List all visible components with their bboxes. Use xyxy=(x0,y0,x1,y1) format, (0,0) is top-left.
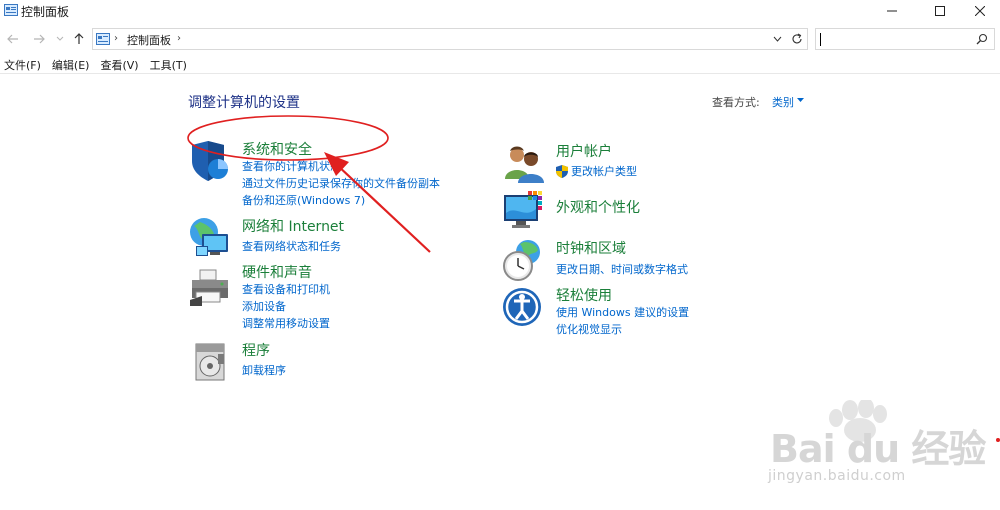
uac-shield-icon xyxy=(556,164,568,178)
chevron-down-icon[interactable] xyxy=(797,98,804,102)
category-title[interactable]: 用户帐户 xyxy=(556,141,612,161)
annotation-dot xyxy=(996,438,1000,442)
link-uninstall-program[interactable]: 卸载程序 xyxy=(242,362,286,378)
link-mobility-settings[interactable]: 调整常用移动设置 xyxy=(242,315,330,331)
menu-tools[interactable]: 工具(T) xyxy=(146,57,191,73)
link-label: 更改帐户类型 xyxy=(571,165,637,178)
minimize-icon xyxy=(887,10,897,12)
control-panel-icon xyxy=(96,33,110,45)
link-recommended-settings[interactable]: 使用 Windows 建议的设置 xyxy=(556,304,689,320)
clock-globe-icon[interactable] xyxy=(502,238,546,282)
menu-edit[interactable]: 编辑(E) xyxy=(48,57,94,73)
ease-of-access-icon[interactable] xyxy=(502,285,546,329)
back-button[interactable] xyxy=(4,30,22,48)
monitor-color-icon[interactable] xyxy=(502,189,546,233)
arrow-left-icon xyxy=(7,34,18,44)
menu-bar: 文件(F) 编辑(E) 查看(V) 工具(T) xyxy=(0,57,194,73)
view-by-label: 查看方式: xyxy=(712,96,760,109)
shield-icon[interactable] xyxy=(188,139,232,183)
link-devices-printers[interactable]: 查看设备和打印机 xyxy=(242,281,330,297)
link-optimize-display[interactable]: 优化视觉显示 xyxy=(556,321,622,337)
view-by-dropdown[interactable]: 类别 xyxy=(772,94,794,110)
link-backup-restore[interactable]: 备份和还原(Windows 7) xyxy=(242,192,365,208)
category-network-internet: 网络和 Internet 查看网络状态和任务 xyxy=(188,216,488,260)
watermark-url: jingyan.baidu.com xyxy=(768,468,906,484)
refresh-icon xyxy=(792,33,802,44)
breadcrumb-item[interactable]: 控制面板 xyxy=(127,32,171,48)
category-programs: 程序 卸载程序 xyxy=(188,340,488,384)
category-system-security: 系统和安全 查看你的计算机状态 通过文件历史记录保存你的文件备份副本 备份和还原… xyxy=(188,139,488,209)
category-appearance: 外观和个性化 xyxy=(502,189,802,233)
page-title: 调整计算机的设置 xyxy=(188,95,300,111)
category-title[interactable]: 硬件和声音 xyxy=(242,262,312,282)
forward-button[interactable] xyxy=(30,30,48,48)
minimize-button[interactable] xyxy=(872,0,912,22)
category-ease-of-access: 轻松使用 使用 Windows 建议的设置 优化视觉显示 xyxy=(502,285,802,345)
watermark-brand: Bai du 经验 xyxy=(770,427,986,471)
category-hardware-sound: 硬件和声音 查看设备和打印机 添加设备 调整常用移动设置 xyxy=(188,262,488,332)
network-globe-icon[interactable] xyxy=(188,216,232,260)
search-box[interactable] xyxy=(815,28,995,50)
window-title: 控制面板 xyxy=(21,5,70,19)
programs-disk-icon[interactable] xyxy=(192,340,236,384)
address-dropdown-button[interactable] xyxy=(769,31,785,47)
title-bar: 控制面板 xyxy=(0,0,1000,22)
users-icon[interactable] xyxy=(502,141,546,185)
breadcrumb-separator-icon[interactable]: › xyxy=(114,33,118,44)
control-panel-icon xyxy=(4,4,18,16)
address-bar[interactable]: › 控制面板 › xyxy=(92,28,808,50)
category-title[interactable]: 系统和安全 xyxy=(242,139,312,159)
link-add-device[interactable]: 添加设备 xyxy=(242,298,286,314)
category-user-accounts: 用户帐户 更改帐户类型 xyxy=(502,141,802,185)
search-icon[interactable] xyxy=(976,33,988,45)
menu-file[interactable]: 文件(F) xyxy=(0,57,45,73)
printer-icon[interactable] xyxy=(188,266,232,310)
menu-divider xyxy=(0,73,1000,74)
category-title[interactable]: 程序 xyxy=(242,340,270,360)
link-view-computer-status[interactable]: 查看你的计算机状态 xyxy=(242,158,341,174)
arrow-right-icon xyxy=(34,34,45,44)
search-input[interactable] xyxy=(820,31,970,47)
link-file-history-backup[interactable]: 通过文件历史记录保存你的文件备份副本 xyxy=(242,175,440,191)
arrow-up-icon xyxy=(74,33,84,44)
link-network-status[interactable]: 查看网络状态和任务 xyxy=(242,238,341,254)
maximize-icon xyxy=(935,6,945,16)
recent-locations-button[interactable] xyxy=(54,30,66,48)
breadcrumb-separator-icon[interactable]: › xyxy=(177,33,181,44)
close-button[interactable] xyxy=(960,0,1000,22)
link-change-account-type[interactable]: 更改帐户类型 xyxy=(556,163,637,179)
category-clock-region: 时钟和区域 更改日期、时间或数字格式 xyxy=(502,238,802,282)
chevron-down-icon xyxy=(773,36,781,42)
up-button[interactable] xyxy=(70,30,88,48)
category-title[interactable]: 轻松使用 xyxy=(556,285,612,305)
refresh-button[interactable] xyxy=(789,31,805,47)
menu-view[interactable]: 查看(V) xyxy=(96,57,142,73)
category-title[interactable]: 外观和个性化 xyxy=(556,197,640,217)
link-change-date-time[interactable]: 更改日期、时间或数字格式 xyxy=(556,261,688,277)
category-title[interactable]: 网络和 Internet xyxy=(242,216,344,236)
maximize-button[interactable] xyxy=(920,0,960,22)
category-title[interactable]: 时钟和区域 xyxy=(556,238,626,258)
close-icon xyxy=(975,6,985,16)
chevron-down-icon xyxy=(56,36,64,41)
